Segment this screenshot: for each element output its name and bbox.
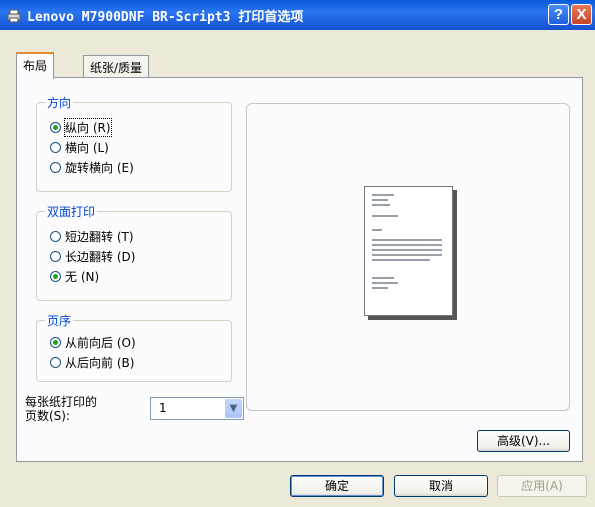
orientation-rotated-landscape-radio[interactable]: 旋转横向 (E) [50, 159, 134, 176]
tab-paper-quality[interactable]: 纸张/质量 [83, 55, 150, 77]
ok-button[interactable]: 确定 [290, 475, 384, 497]
pages-per-sheet-value: 1 [159, 401, 167, 415]
orientation-landscape-label: 横向 (L) [65, 141, 109, 155]
radio-icon [50, 162, 61, 173]
close-button[interactable]: X [571, 4, 592, 25]
radio-icon [50, 231, 61, 242]
radio-selected-icon [50, 122, 61, 133]
page-order-back-to-front-label: 从后向前 (B) [65, 356, 135, 370]
printer-icon [7, 9, 21, 23]
help-button[interactable]: ? [548, 4, 569, 25]
orientation-portrait-radio[interactable]: 纵向 (R) [50, 118, 112, 137]
orientation-legend: 方向 [45, 94, 74, 111]
duplex-short-edge-radio[interactable]: 短边翻转 (T) [50, 228, 134, 245]
chevron-down-icon[interactable]: ▼ [225, 399, 242, 418]
duplex-group: 双面打印 短边翻转 (T) 长边翻转 (D) 无 (N) [36, 203, 232, 301]
advanced-button[interactable]: 高级(V)... [477, 430, 570, 452]
duplex-short-edge-label: 短边翻转 (T) [65, 230, 134, 244]
radio-selected-icon [50, 271, 61, 282]
page-order-group: 页序 从前向后 (O) 从后向前 (B) [36, 312, 232, 382]
page-order-back-to-front-radio[interactable]: 从后向前 (B) [50, 354, 134, 371]
duplex-long-edge-label: 长边翻转 (D) [65, 250, 136, 264]
page-preview-icon [364, 186, 453, 316]
apply-button[interactable]: 应用(A) [497, 475, 587, 497]
orientation-landscape-radio[interactable]: 横向 (L) [50, 139, 109, 156]
radio-selected-icon [50, 337, 61, 348]
duplex-long-edge-radio[interactable]: 长边翻转 (D) [50, 248, 135, 265]
radio-icon [50, 357, 61, 368]
radio-icon [50, 251, 61, 262]
orientation-rotated-landscape-label: 旋转横向 (E) [65, 161, 134, 175]
pages-per-sheet-label-line2: 页数(S): [25, 409, 71, 423]
duplex-legend: 双面打印 [45, 203, 98, 220]
cancel-button[interactable]: 取消 [394, 475, 488, 497]
orientation-group: 方向 纵向 (R) 横向 (L) 旋转横向 (E) [36, 94, 232, 192]
window-title: Lenovo M7900DNF BR-Script3 打印首选项 [27, 10, 304, 25]
title-bar[interactable]: Lenovo M7900DNF BR-Script3 打印首选项 ? X [0, 0, 595, 30]
pages-per-sheet-label-line1: 每张纸打印的 [25, 395, 98, 409]
radio-icon [50, 142, 61, 153]
pages-per-sheet-label: 每张纸打印的 页数(S): [25, 395, 97, 423]
duplex-none-radio[interactable]: 无 (N) [50, 268, 99, 285]
tab-layout[interactable]: 布局 [16, 52, 55, 79]
duplex-none-label: 无 (N) [65, 270, 100, 284]
page-order-legend: 页序 [45, 312, 74, 329]
orientation-portrait-label: 纵向 (R) [64, 118, 112, 137]
pages-per-sheet-select[interactable]: 1 ▼ [150, 397, 244, 420]
page-order-front-to-back-label: 从前向后 (O) [65, 336, 136, 350]
page-order-front-to-back-radio[interactable]: 从前向后 (O) [50, 334, 136, 351]
